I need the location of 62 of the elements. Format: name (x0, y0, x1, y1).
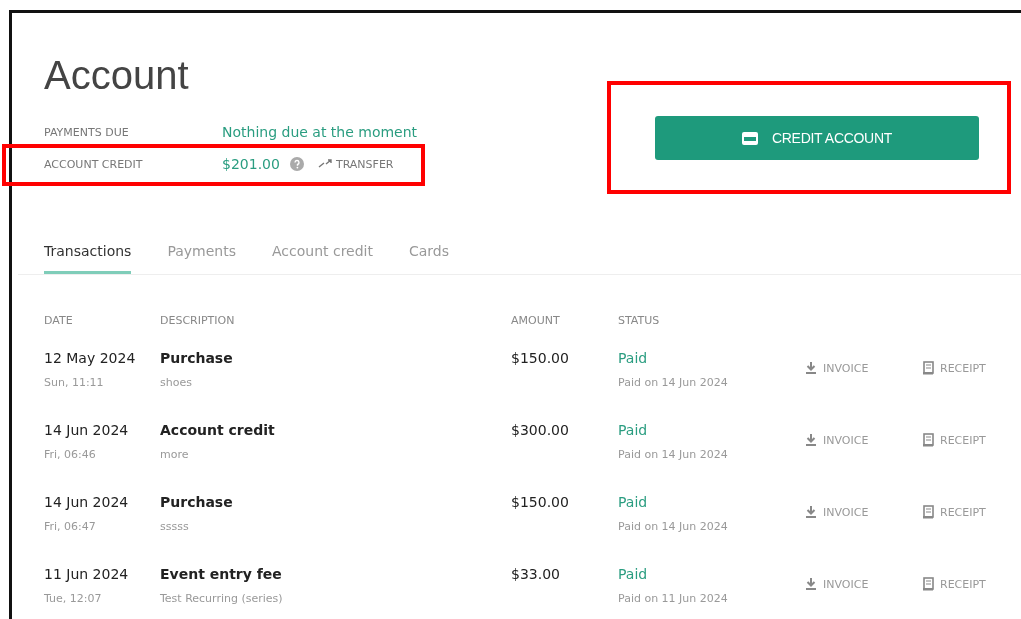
transfer-label[interactable]: TRANSFER (335, 157, 394, 171)
summary-label: PAYMENTS DUE (44, 125, 130, 139)
download-icon (805, 577, 817, 591)
invoice-link[interactable]: INVOICE (805, 577, 869, 591)
column-header: STATUS (618, 314, 661, 329)
cell-subtext: Paid on 14 Jun 2024 (618, 448, 729, 461)
cell-text: Account credit (160, 422, 276, 438)
status-text: Paid (618, 422, 649, 438)
column-header: DATE (44, 314, 74, 329)
cell-text: $150.00 (511, 494, 570, 510)
summary-label: ACCOUNT CREDIT (44, 157, 144, 171)
cell-subtext: Fri, 06:46 (44, 448, 97, 461)
cell-subtext: sssss (160, 520, 190, 533)
cell-text: 12 May 2024 (44, 350, 137, 366)
invoice-link[interactable]: INVOICE (805, 361, 869, 375)
receipt-icon (922, 577, 934, 591)
cell-text: 11 Jun 2024 (44, 566, 130, 582)
column-header: AMOUNT (511, 314, 561, 329)
receipt-icon (922, 361, 934, 375)
cell-subtext: Sun, 11:11 (44, 376, 105, 389)
status-text: Paid (618, 494, 649, 510)
transfer-icon (317, 159, 332, 169)
cell-subtext: Paid on 11 Jun 2024 (618, 592, 729, 605)
receipt-link[interactable]: RECEIPT (922, 505, 986, 519)
cell-text: $300.00 (511, 422, 570, 438)
page-title: Account (44, 53, 190, 98)
receipt-link[interactable]: RECEIPT (922, 577, 986, 591)
cell-text: Event entry fee (160, 566, 283, 582)
cell-subtext: Paid on 14 Jun 2024 (618, 520, 729, 533)
tab[interactable]: Account credit (272, 235, 373, 274)
receipt-link[interactable]: RECEIPT (922, 361, 986, 375)
download-icon (805, 505, 817, 519)
invoice-link[interactable]: INVOICE (805, 433, 869, 447)
help-icon[interactable] (289, 157, 304, 171)
summary-value: Nothing due at the moment (222, 124, 418, 140)
cell-subtext: Tue, 12:07 (44, 592, 103, 605)
download-icon (805, 433, 817, 447)
cell-text: 14 Jun 2024 (44, 494, 130, 510)
tab[interactable]: Cards (409, 235, 450, 274)
status-text: Paid (618, 350, 649, 366)
cell-text: $150.00 (511, 350, 570, 366)
download-icon (805, 361, 817, 375)
tab[interactable]: Transactions (44, 235, 132, 274)
cell-subtext: Test Recurring (series) (160, 592, 284, 605)
card-icon (742, 131, 758, 145)
invoice-link[interactable]: INVOICE (805, 505, 869, 519)
summary-value: $201.00 (222, 156, 280, 172)
cell-subtext: more (160, 448, 190, 461)
column-header: DESCRIPTION (160, 314, 236, 329)
cell-text: $33.00 (511, 566, 561, 582)
cell-text: Purchase (160, 494, 234, 510)
receipt-icon (922, 505, 934, 519)
cell-text: Purchase (160, 350, 234, 366)
cell-subtext: shoes (160, 376, 193, 389)
credit-account-button[interactable]: CREDIT ACCOUNT (655, 116, 979, 160)
receipt-link[interactable]: RECEIPT (922, 433, 986, 447)
status-text: Paid (618, 566, 649, 582)
cell-subtext: Fri, 06:47 (44, 520, 97, 533)
cell-text: 14 Jun 2024 (44, 422, 130, 438)
tab[interactable]: Payments (167, 235, 236, 274)
cell-subtext: Paid on 14 Jun 2024 (618, 376, 729, 389)
receipt-icon (922, 433, 934, 447)
